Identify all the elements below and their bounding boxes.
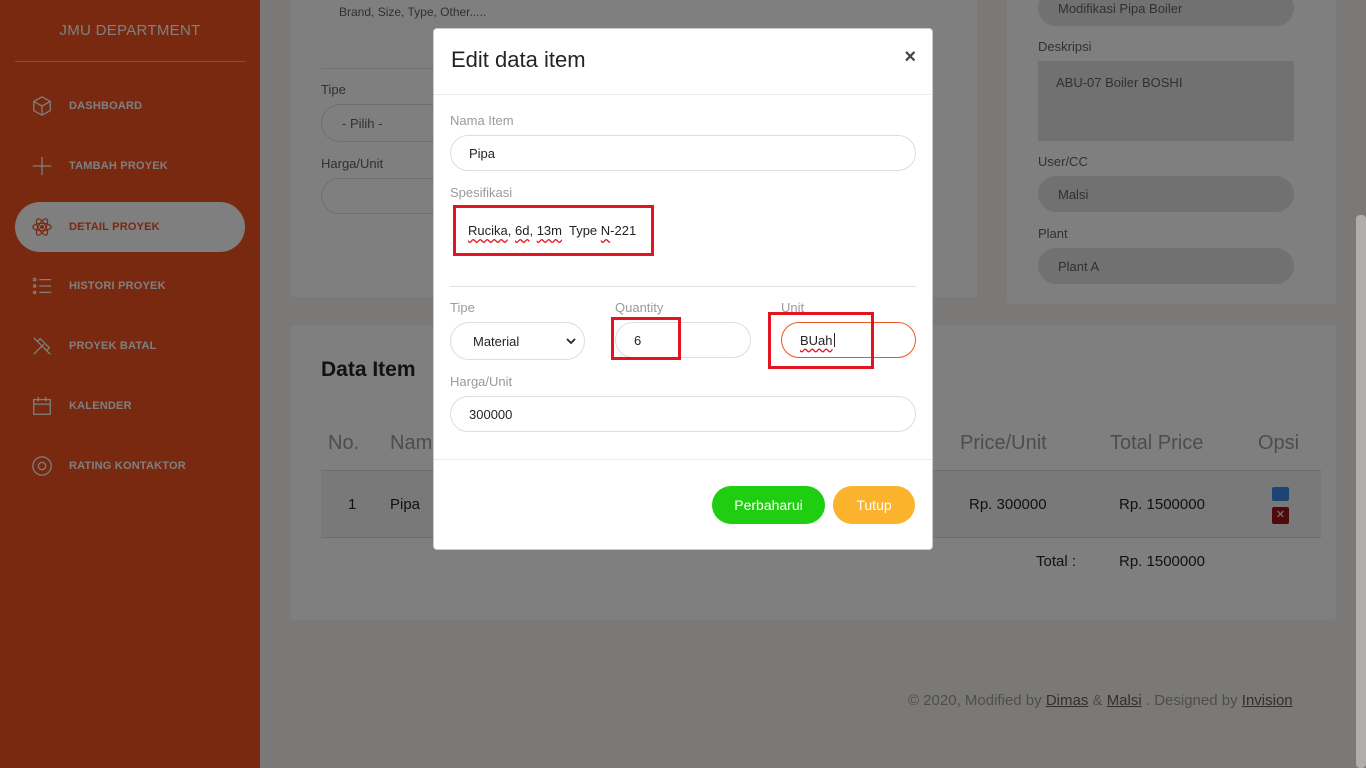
nama-item-label: Nama Item <box>450 113 514 128</box>
unit-highlight-box <box>768 312 874 369</box>
harga-input[interactable]: 300000 <box>450 396 916 432</box>
modal-footer-divider <box>434 459 932 460</box>
spesifikasi-label: Spesifikasi <box>450 185 513 200</box>
update-button[interactable]: Perbaharui <box>712 486 825 524</box>
nama-item-input[interactable]: Pipa <box>450 135 916 171</box>
close-icon[interactable]: × <box>904 46 916 69</box>
quantity-label: Quantity <box>615 300 664 315</box>
tipe-label: Tipe <box>450 300 475 315</box>
divider <box>450 286 916 287</box>
modal-header: Edit data item × <box>434 29 932 95</box>
harga-label: Harga/Unit <box>450 374 513 389</box>
close-button[interactable]: Tutup <box>833 486 915 524</box>
quantity-highlight-box <box>611 317 681 360</box>
edit-item-modal: Edit data item × Nama Item Pipa Spesifik… <box>433 28 933 550</box>
tipe-select[interactable]: Material <box>450 322 585 360</box>
modal-title: Edit data item <box>451 47 586 72</box>
scrollbar[interactable] <box>1356 215 1366 768</box>
spec-highlight-box <box>453 205 654 256</box>
chevron-down-icon <box>566 338 576 345</box>
